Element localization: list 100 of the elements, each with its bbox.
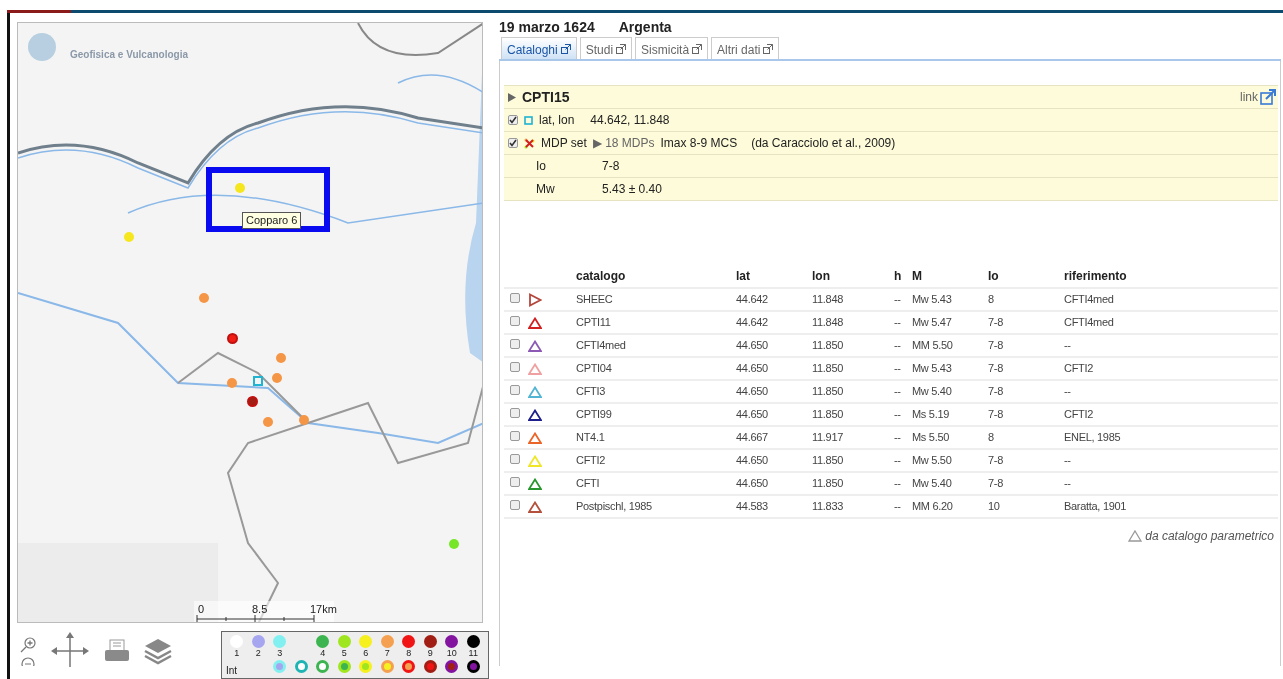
column-header: lon — [812, 269, 830, 283]
table-cell: 11.848 — [812, 293, 844, 306]
table-cell: 44.650 — [736, 408, 768, 421]
table-cell: CFTI2 — [576, 454, 606, 467]
expand-triangle-icon[interactable] — [508, 92, 516, 102]
map-marker[interactable] — [199, 293, 209, 303]
table-cell: CFTI3 — [576, 385, 606, 398]
table-cell: Mw 5.50 — [912, 454, 952, 467]
table-cell: Mw 5.40 — [912, 385, 952, 398]
table-cell: -- — [1064, 385, 1071, 398]
table-cell: -- — [1064, 454, 1071, 467]
column-header: catalogo — [576, 269, 626, 283]
column-header: riferimento — [1064, 269, 1127, 283]
table-cell: 44.650 — [736, 385, 768, 398]
checkbox[interactable] — [510, 385, 520, 396]
external-link-icon — [763, 44, 774, 54]
tab[interactable]: Studi — [579, 37, 633, 59]
checkbox[interactable] — [510, 339, 520, 350]
zoom-in-icon[interactable] — [20, 636, 36, 653]
legend-label: 7 — [384, 648, 390, 658]
mdp-count[interactable]: ▶ 18 MDPs — [592, 134, 655, 152]
map-marker[interactable] — [272, 373, 282, 383]
table-cell: -- — [894, 385, 901, 398]
external-link-icon — [616, 44, 627, 54]
table-cell: -- — [894, 408, 901, 421]
checkbox[interactable] — [510, 293, 520, 304]
table-cell: Baratta, 1901 — [1064, 500, 1127, 513]
table-cell: 44.650 — [736, 362, 768, 375]
table-cell: 11.850 — [812, 477, 844, 490]
table-cell: CFTI4med — [1064, 316, 1114, 329]
square-marker-icon — [524, 115, 533, 125]
table-cell: 7-8 — [988, 339, 1003, 352]
map-marker[interactable] — [449, 539, 459, 549]
map-marker[interactable] — [263, 417, 273, 427]
legend-label: 1 — [234, 648, 240, 658]
field-label: MDP set — [541, 135, 587, 152]
field-label: lat, lon — [539, 112, 575, 129]
table-cell: CFTI — [576, 477, 600, 490]
table-cell: 44.583 — [736, 500, 768, 513]
table-cell: 44.650 — [736, 339, 768, 352]
checkbox[interactable] — [510, 477, 520, 488]
checkbox[interactable] — [510, 408, 520, 419]
scale-label: 17km — [310, 602, 337, 617]
table-cell: 11.833 — [812, 500, 844, 513]
checkbox[interactable] — [510, 316, 520, 327]
table-cell: MM 6.20 — [912, 500, 953, 513]
checkbox[interactable] — [510, 431, 520, 442]
field-value: 7-8 — [602, 158, 620, 175]
catalog-name: CPTI15 — [522, 87, 570, 107]
legend-label: 10 — [446, 648, 457, 658]
table-cell: CPTI11 — [576, 316, 611, 329]
tab[interactable]: Cataloghi — [501, 37, 577, 59]
map-marker[interactable] — [235, 183, 245, 193]
footnote-text: da catalogo parametrico — [1145, 528, 1274, 545]
print-icon[interactable] — [104, 639, 130, 663]
field-label: Io — [536, 158, 547, 175]
legend-label: Int — [226, 664, 239, 676]
map-marker[interactable] — [276, 353, 286, 363]
table-cell: Mw 5.47 — [912, 316, 952, 329]
map-marker[interactable] — [299, 415, 309, 425]
table-cell: 8 — [988, 431, 994, 444]
checkbox[interactable] — [510, 500, 520, 511]
map-marker[interactable] — [124, 232, 134, 242]
table-cell: 7-8 — [988, 454, 1003, 467]
map-marker[interactable] — [247, 396, 258, 407]
table-cell: 10 — [988, 500, 1000, 513]
epicenter-marker[interactable] — [253, 376, 263, 386]
column-header: M — [912, 269, 922, 283]
legend-label: 11 — [468, 648, 478, 658]
checkbox[interactable] — [510, 362, 520, 373]
table-cell: -- — [894, 316, 901, 329]
table-cell: ENEL, 1985 — [1064, 431, 1121, 444]
table-cell: 44.667 — [736, 431, 768, 444]
table-cell: CFTI4med — [576, 339, 626, 352]
checkbox[interactable] — [510, 454, 520, 465]
map-marker[interactable] — [227, 333, 238, 344]
table-cell: 11.850 — [812, 339, 844, 352]
field-value: 44.642, 11.848 — [590, 112, 670, 129]
table-cell: 44.650 — [736, 477, 768, 490]
table-cell: -- — [894, 339, 901, 352]
tab[interactable]: Altri dati — [711, 37, 780, 59]
table-cell: -- — [894, 293, 901, 306]
layers-icon[interactable] — [144, 637, 172, 665]
table-cell: CFTI2 — [1064, 408, 1094, 421]
map-marker[interactable] — [227, 378, 237, 388]
column-header: Io — [988, 269, 999, 283]
checkbox[interactable] — [508, 138, 518, 148]
scale-label: 8.5 — [252, 602, 268, 617]
external-link-icon — [1260, 89, 1276, 105]
table-cell: CPTI99 — [576, 408, 612, 421]
link[interactable]: link — [1240, 88, 1276, 106]
table-cell: 7-8 — [988, 385, 1003, 398]
checkbox[interactable] — [508, 115, 518, 125]
zoom-out-icon[interactable] — [20, 655, 36, 666]
source-text: (da Caracciolo et al., 2009) — [751, 135, 896, 152]
table-cell: 7-8 — [988, 408, 1003, 421]
event-place: Argenta — [618, 18, 672, 37]
tab[interactable]: Sismicità — [635, 37, 709, 59]
table-cell: 44.642 — [736, 293, 768, 306]
table-cell: MM 5.50 — [912, 339, 953, 352]
